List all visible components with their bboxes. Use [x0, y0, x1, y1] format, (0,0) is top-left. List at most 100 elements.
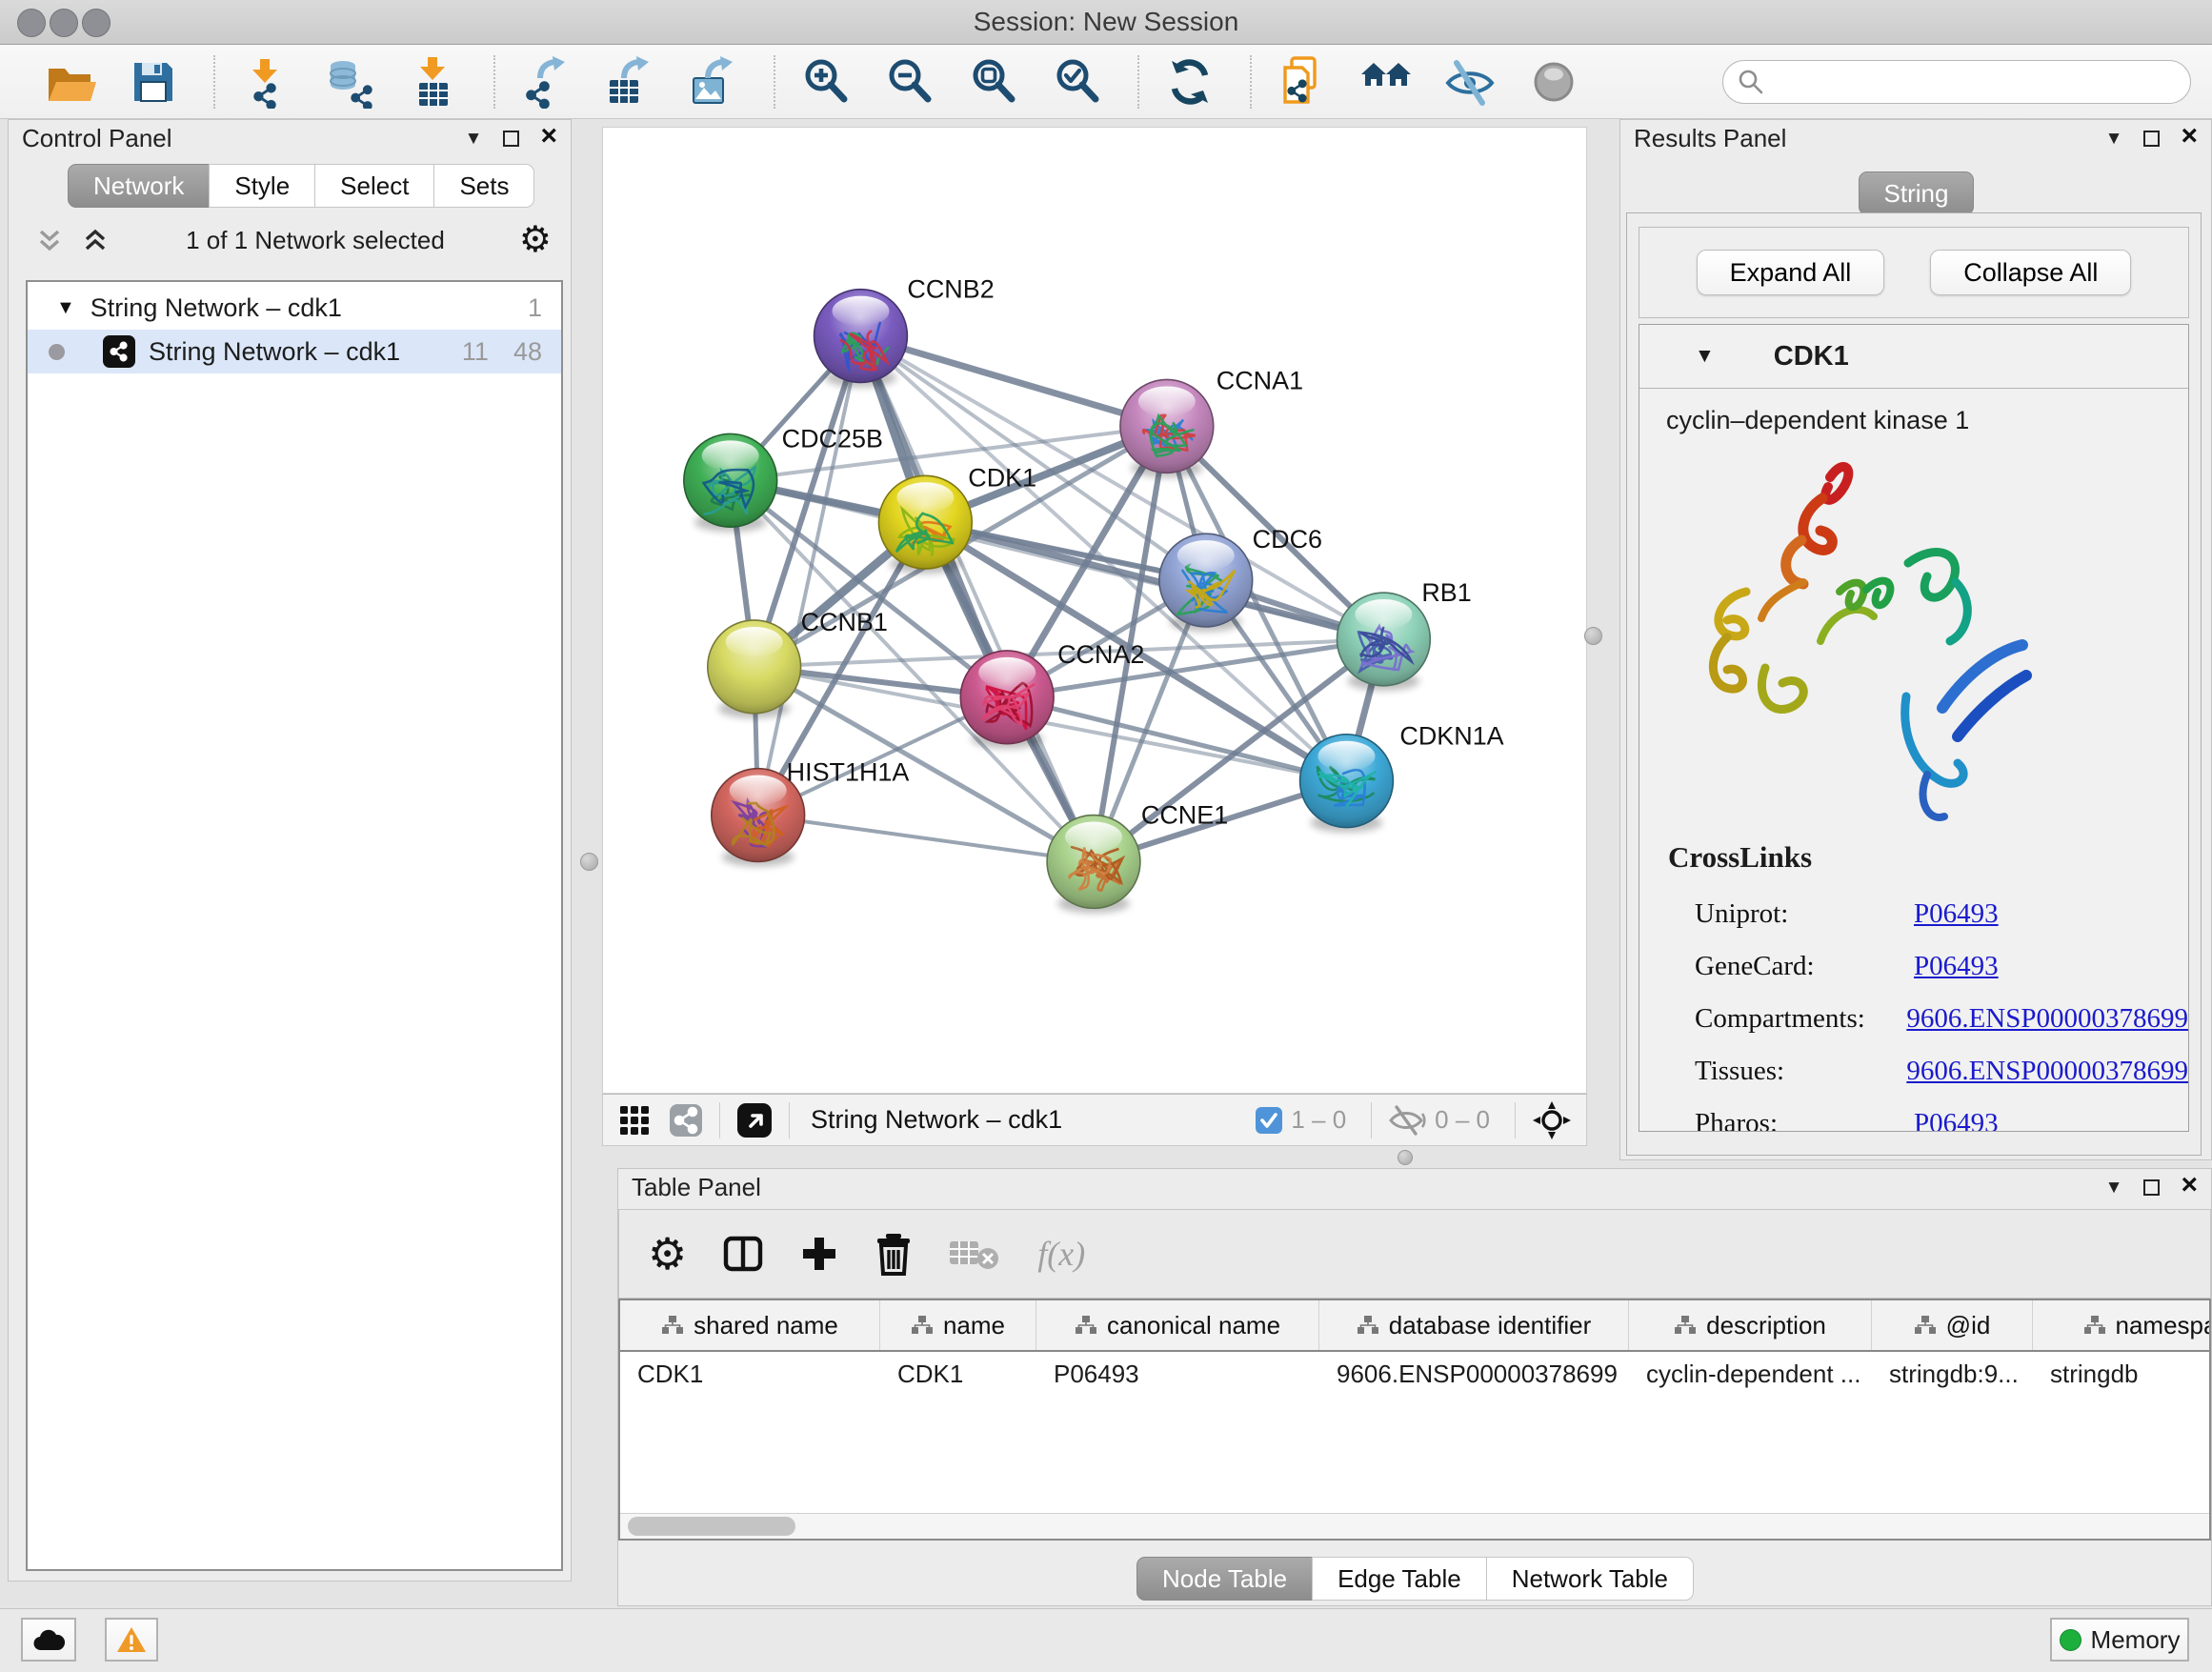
crosslink-link[interactable]: P06493	[1914, 951, 1999, 982]
column-header-@id[interactable]: @id	[1872, 1300, 2033, 1350]
cloud-button[interactable]	[21, 1618, 76, 1662]
crosslink-row: Compartments:9606.ENSP00000378699	[1668, 993, 2188, 1045]
collection-count: 1	[528, 293, 542, 323]
right-splitter-handle[interactable]	[1584, 627, 1602, 645]
expand-all-button[interactable]: Expand All	[1697, 250, 1885, 295]
left-splitter-handle[interactable]	[580, 853, 598, 871]
zoom-out-icon	[883, 55, 936, 109]
zoom-in-button[interactable]	[796, 52, 855, 111]
create-column-plus-icon[interactable]	[799, 1234, 839, 1274]
memory-label: Memory	[2091, 1625, 2181, 1655]
birds-eye-view-icon[interactable]	[735, 1101, 774, 1139]
search-input[interactable]	[1765, 67, 2190, 96]
network-node-group: CDKN1A	[1300, 722, 1504, 833]
zoom-fit-button[interactable]	[964, 52, 1023, 111]
selected-checkbox-icon[interactable]	[1255, 1106, 1283, 1135]
function-builder-icon: f(x)	[1037, 1234, 1085, 1274]
crosslink-link[interactable]: 9606.ENSP00000378699	[1906, 1056, 2188, 1087]
hide-selected-button[interactable]	[1440, 52, 1499, 111]
zoom-selected-icon	[1051, 55, 1104, 109]
refresh-button[interactable]	[1160, 52, 1219, 111]
scrollbar-thumb[interactable]	[628, 1517, 795, 1536]
network-edge-HIST1H1A-CCNE1[interactable]	[758, 816, 1094, 862]
string-import-button[interactable]	[1273, 52, 1332, 111]
close-panel-icon[interactable]: ×	[540, 122, 557, 151]
memory-button[interactable]: Memory	[2050, 1618, 2189, 1662]
table-panel: Table Panel ▼ × ⚙	[617, 1168, 2212, 1606]
collapse-card-icon[interactable]: ▼	[1695, 345, 1715, 368]
tab-string[interactable]: String	[1859, 171, 1975, 215]
save-session-button[interactable]	[124, 52, 183, 111]
tab-node-table[interactable]: Node Table	[1136, 1557, 1313, 1601]
first-neighbors-button[interactable]	[1357, 52, 1416, 111]
gray-orb-icon	[1527, 55, 1580, 109]
tab-network-table[interactable]: Network Table	[1486, 1557, 1694, 1601]
network-canvas[interactable]: CCNB2CCNA1CDC25BCDK1CDC6RB1CCNB1CCNA2CDK…	[602, 127, 1587, 1094]
zoom-out-button[interactable]	[880, 52, 939, 111]
column-header-description[interactable]: description	[1629, 1300, 1872, 1350]
network-edge-CCNB2-CCNA1[interactable]	[860, 336, 1166, 427]
column-header-name[interactable]: name	[880, 1300, 1036, 1350]
column-tree-icon	[1674, 1315, 1697, 1336]
tab-network[interactable]: Network	[68, 164, 210, 208]
collapse-all-icon[interactable]	[33, 224, 66, 256]
zoom-fit-icon	[967, 55, 1020, 109]
collection-label: String Network – cdk1	[90, 293, 342, 323]
import-network-button[interactable]	[236, 52, 295, 111]
tab-select[interactable]: Select	[314, 164, 434, 208]
grid-view-icon[interactable]	[616, 1102, 653, 1138]
node-selection-mode-icon[interactable]	[1531, 1099, 1573, 1141]
float-panel-icon[interactable]	[503, 131, 519, 147]
crosslink-link[interactable]: P06493	[1914, 1108, 1999, 1132]
float-panel-icon[interactable]	[2143, 1179, 2160, 1196]
column-header-shared-name[interactable]: shared name	[620, 1300, 880, 1350]
collection-expand-icon[interactable]: ▼	[56, 297, 75, 319]
expand-all-icon[interactable]	[79, 224, 111, 256]
float-panel-icon[interactable]	[2143, 131, 2160, 147]
crosslink-link[interactable]: P06493	[1914, 898, 1999, 930]
warnings-button[interactable]	[105, 1618, 158, 1662]
network-edge-CCNB2-HIST1H1A[interactable]	[758, 336, 861, 816]
show-all-button[interactable]	[1524, 52, 1583, 111]
close-panel-icon[interactable]: ×	[2181, 122, 2198, 151]
import-table-button[interactable]	[404, 52, 463, 111]
column-header-canonical-name[interactable]: canonical name	[1036, 1300, 1319, 1350]
export-image-button[interactable]	[684, 52, 743, 111]
close-panel-icon[interactable]: ×	[2181, 1171, 2198, 1199]
column-header-database-identifier[interactable]: database identifier	[1319, 1300, 1629, 1350]
protein-card: ▼ CDK1 cyclin–dependent kinase 1	[1639, 324, 2189, 1132]
export-table-button[interactable]	[600, 52, 659, 111]
tab-sets[interactable]: Sets	[433, 164, 534, 208]
protein-card-header[interactable]: ▼ CDK1	[1639, 325, 2188, 389]
protein-structure-image	[1678, 449, 2188, 835]
export-network-button[interactable]	[516, 52, 575, 111]
table-options-gear-icon[interactable]: ⚙	[648, 1232, 687, 1276]
zoom-selected-button[interactable]	[1048, 52, 1107, 111]
collapse-all-button[interactable]: Collapse All	[1930, 250, 2131, 295]
delete-column-trash-icon[interactable]	[874, 1232, 914, 1276]
float-menu-icon[interactable]: ▼	[2105, 1178, 2123, 1197]
network-options-gear-icon[interactable]: ⚙	[519, 222, 552, 258]
bottom-splitter-handle[interactable]	[1398, 1150, 1413, 1165]
float-menu-icon[interactable]: ▼	[2105, 130, 2123, 148]
node-label-CDC25B: CDC25B	[782, 424, 883, 453]
tab-edge-table[interactable]: Edge Table	[1312, 1557, 1487, 1601]
protein-description: cyclin–dependent kinase 1	[1639, 389, 2188, 441]
table-horizontal-scrollbar[interactable]	[620, 1513, 2209, 1539]
network-selection-status: 1 of 1 Network selected	[111, 226, 519, 255]
float-menu-icon[interactable]: ▼	[465, 130, 483, 148]
crosslink-label: Uniprot:	[1695, 898, 1914, 930]
import-network-from-database-button[interactable]	[320, 52, 379, 111]
crosslink-link[interactable]: 9606.ENSP00000378699	[1906, 1003, 2188, 1035]
table-row[interactable]: CDK1CDK1P064939606.ENSP00000378699cyclin…	[620, 1352, 2209, 1396]
main-toolbar: ?	[0, 45, 2212, 119]
network-collection-row[interactable]: ▼ String Network – cdk1 1	[28, 286, 561, 330]
zoom-in-icon	[799, 55, 853, 109]
show-columns-icon[interactable]	[721, 1232, 765, 1276]
column-header-namespac[interactable]: namespac	[2033, 1300, 2211, 1350]
open-session-button[interactable]	[40, 52, 99, 111]
share-view-icon[interactable]	[668, 1102, 704, 1138]
network-row-selected[interactable]: String Network – cdk1 11 48	[28, 330, 561, 373]
tab-style[interactable]: Style	[209, 164, 315, 208]
open-folder-icon	[43, 55, 96, 109]
